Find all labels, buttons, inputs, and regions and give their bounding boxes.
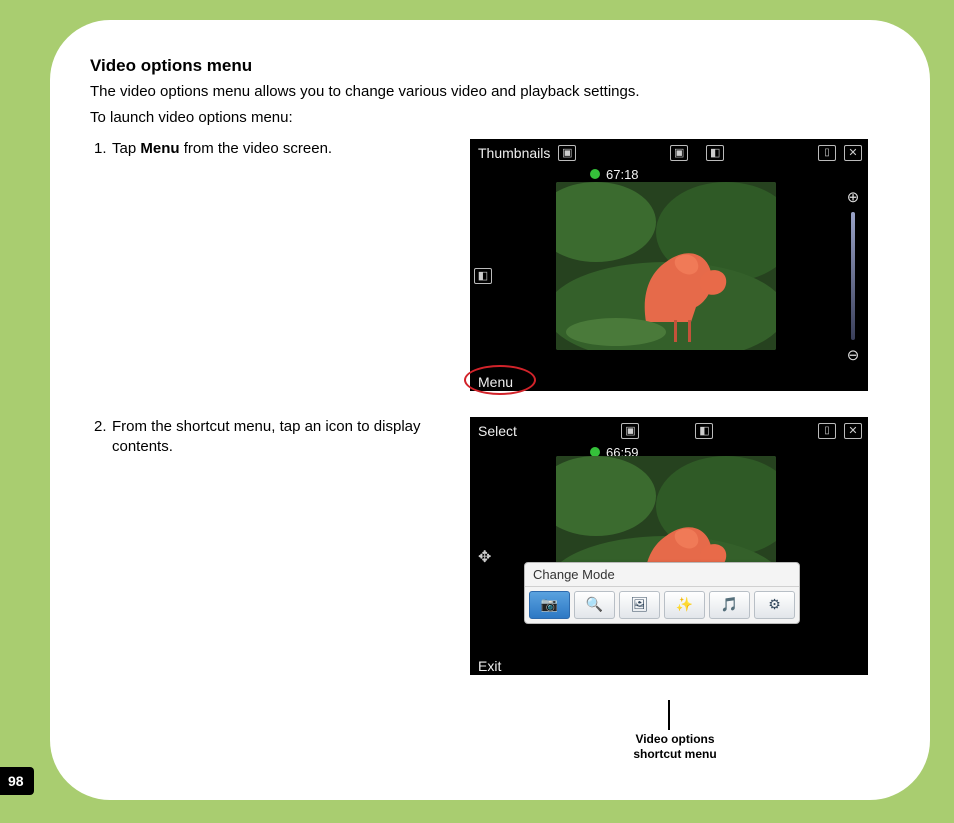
screenshot-1-thumbnails-label[interactable]: Thumbnails (478, 145, 550, 161)
screenshot-2-image-area: ✥ (470, 460, 868, 654)
zoom-in-icon[interactable]: ⊕ (844, 188, 862, 206)
section-intro: The video options menu allows you to cha… (90, 82, 896, 102)
popup-icon-row: 📷 🔍 🖼 ✨ 🎵 ⚙ (525, 587, 799, 623)
screenshot-1-timer: 67:18 (606, 167, 639, 182)
move-icon[interactable]: ✥ (478, 547, 491, 567)
video-options-shortcut-popup: Change Mode 📷 🔍 🖼 ✨ 🎵 ⚙ (524, 562, 800, 624)
popup-effects-button[interactable]: ✨ (664, 591, 705, 619)
screenshot-1: Thumbnails 67:18 (470, 139, 868, 391)
screenshot-2-topbar: Select (470, 417, 868, 443)
section-launch-prompt: To launch video options menu: (90, 108, 896, 128)
storage-icon (706, 145, 724, 161)
close-icon[interactable] (844, 423, 862, 439)
popup-title: Change Mode (525, 563, 799, 587)
callout-leader-line (668, 700, 670, 730)
callout-line1: Video options (635, 732, 714, 746)
zoom-out-icon[interactable]: ⊖ (844, 346, 862, 364)
step-1-pre: Tap (112, 140, 140, 157)
screenshot-1-left-control[interactable] (474, 268, 492, 284)
switch-icon[interactable] (474, 268, 492, 284)
camera-mode-icon[interactable] (670, 145, 688, 161)
step-1-number: 1. (94, 139, 112, 159)
record-indicator-icon (590, 169, 600, 179)
screenshot-2-bottombar: Exit (470, 654, 868, 680)
screenshot-1-bottombar: Menu (470, 370, 868, 396)
screenshot-1-zoom-bar[interactable]: ⊕ ⊖ (844, 188, 862, 364)
camera-icon (558, 145, 576, 161)
storage-icon (695, 423, 713, 439)
page-number-badge: 98 (0, 767, 34, 795)
close-icon[interactable] (844, 145, 862, 161)
screenshot-2-exit-button[interactable]: Exit (478, 658, 501, 674)
screenshot-2: Select 66:59 (470, 417, 868, 675)
step-1-post: from the video screen. (180, 140, 333, 157)
screenshot-2-select-label[interactable]: Select (478, 423, 517, 439)
step-1-row: 1.Tap Menu from the video screen. Thumbn… (90, 139, 896, 391)
step-1-bold: Menu (140, 140, 179, 157)
callout-label: Video options shortcut menu (590, 732, 760, 762)
zoom-track[interactable] (851, 212, 855, 340)
popup-settings-button[interactable]: ⚙ (754, 591, 795, 619)
popup-zoom-button[interactable]: 🔍 (574, 591, 615, 619)
screenshot-1-image-area: ⊕ ⊖ (470, 182, 868, 370)
screenshot-1-topbar: Thumbnails (470, 139, 868, 165)
steps-area: 1.Tap Menu from the video screen. Thumbn… (90, 139, 896, 675)
screenshot-1-preview-image (556, 182, 776, 350)
section-title: Video options menu (90, 56, 896, 76)
screenshot-1-menu-button[interactable]: Menu (478, 374, 513, 390)
step-2-number: 2. (94, 417, 112, 437)
callout-line2: shortcut menu (633, 747, 716, 761)
step-2-text: 2.From the shortcut menu, tap an icon to… (90, 417, 450, 458)
manual-page-card: Video options menu The video options men… (50, 20, 930, 800)
screenshot-1-timer-row: 67:18 (470, 167, 868, 182)
step-2-row: 2.From the shortcut menu, tap an icon to… (90, 417, 896, 675)
popup-audio-button[interactable]: 🎵 (709, 591, 750, 619)
signal-icon (818, 423, 836, 439)
popup-camera-button[interactable]: 📷 (529, 591, 570, 619)
step-1-text: 1.Tap Menu from the video screen. (90, 139, 450, 159)
signal-icon (818, 145, 836, 161)
camera-mode-icon[interactable] (621, 423, 639, 439)
popup-image-button[interactable]: 🖼 (619, 591, 660, 619)
step-2-pre: From the shortcut menu, tap an icon to d… (112, 418, 421, 455)
